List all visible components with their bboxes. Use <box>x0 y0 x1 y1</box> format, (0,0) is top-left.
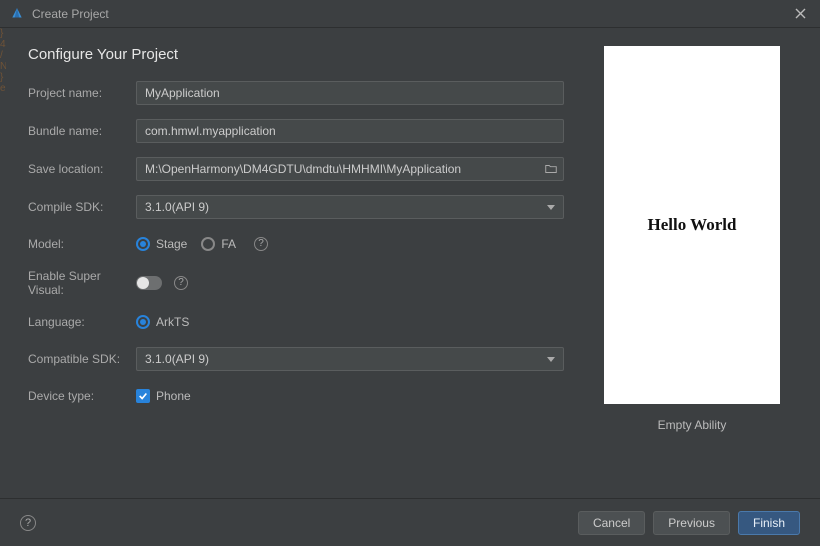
device-phone-checkbox[interactable] <box>136 389 150 403</box>
compile-sdk-value: 3.1.0(API 9) <box>145 200 209 214</box>
chevron-down-icon <box>547 205 555 210</box>
model-stage-label: Stage <box>156 237 187 251</box>
form-panel: Configure Your Project Project name: Bun… <box>28 46 564 488</box>
device-type-label: Device type: <box>28 389 136 403</box>
model-radio-fa[interactable]: FA <box>201 237 236 251</box>
language-radio-arkts[interactable]: ArkTS <box>136 315 189 329</box>
app-logo-icon <box>10 7 24 21</box>
model-help-icon[interactable]: ? <box>254 237 268 251</box>
project-name-label: Project name: <box>28 86 136 100</box>
device-phone-label: Phone <box>156 389 191 403</box>
browse-folder-button[interactable] <box>542 160 560 178</box>
compile-sdk-select[interactable]: 3.1.0(API 9) <box>136 195 564 219</box>
radio-dot-icon <box>136 237 150 251</box>
save-location-input[interactable] <box>136 157 564 181</box>
model-radio-stage[interactable]: Stage <box>136 237 187 251</box>
radio-dot-icon <box>136 315 150 329</box>
super-visual-help-icon[interactable]: ? <box>174 276 188 290</box>
finish-button[interactable]: Finish <box>738 511 800 535</box>
preview-caption: Empty Ability <box>658 418 727 432</box>
radio-dot-icon <box>201 237 215 251</box>
bundle-name-label: Bundle name: <box>28 124 136 138</box>
compatible-sdk-label: Compatible SDK: <box>28 352 136 366</box>
super-visual-toggle[interactable] <box>136 276 162 290</box>
model-label: Model: <box>28 237 136 251</box>
window-title: Create Project <box>32 7 790 21</box>
compatible-sdk-select[interactable]: 3.1.0(API 9) <box>136 347 564 371</box>
language-label: Language: <box>28 315 136 329</box>
titlebar: Create Project <box>0 0 820 28</box>
preview-text: Hello World <box>648 215 737 235</box>
device-preview: Hello World <box>604 46 780 404</box>
close-button[interactable] <box>790 4 810 24</box>
page-heading: Configure Your Project <box>28 46 564 63</box>
compile-sdk-label: Compile SDK: <box>28 200 136 214</box>
footer-help-button[interactable]: ? <box>20 515 36 531</box>
project-name-input[interactable] <box>136 81 564 105</box>
model-fa-label: FA <box>221 237 236 251</box>
footer: ? Cancel Previous Finish <box>0 498 820 546</box>
bundle-name-input[interactable] <box>136 119 564 143</box>
previous-button[interactable]: Previous <box>653 511 730 535</box>
super-visual-label: Enable Super Visual: <box>28 269 136 297</box>
compatible-sdk-value: 3.1.0(API 9) <box>145 352 209 366</box>
chevron-down-icon <box>547 357 555 362</box>
cancel-button[interactable]: Cancel <box>578 511 645 535</box>
preview-panel: Hello World Empty Ability <box>592 46 792 488</box>
language-arkts-label: ArkTS <box>156 315 189 329</box>
save-location-label: Save location: <box>28 162 136 176</box>
